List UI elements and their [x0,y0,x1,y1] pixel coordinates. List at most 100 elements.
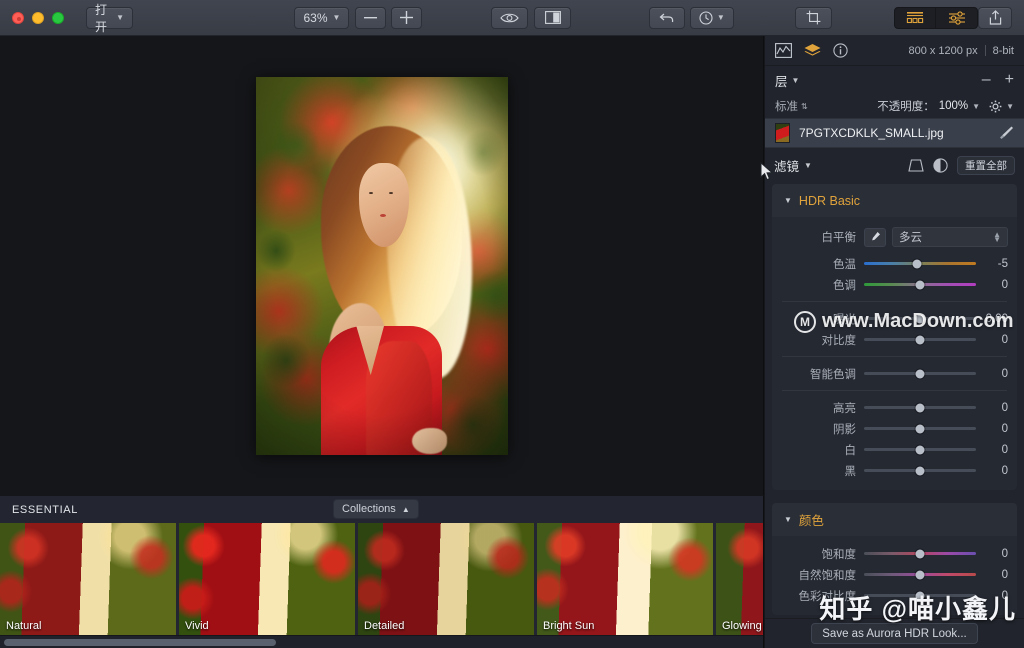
slider-track[interactable] [864,369,976,378]
chevron-down-icon[interactable]: ▼ [804,161,812,170]
slider-row-saturation[interactable]: 饱和度 0 [772,543,1017,564]
updown-icon[interactable]: ⇅ [801,102,808,111]
preset-item-vivid[interactable]: Vivid [179,523,355,637]
chevron-down-icon[interactable]: ▼ [972,102,980,111]
slider-track[interactable] [864,549,976,558]
image-canvas[interactable] [0,36,764,495]
history-clock-icon [699,10,713,25]
slider-knob[interactable] [915,466,925,475]
section-title: 颜色 [798,514,824,528]
info-icon[interactable] [833,43,848,58]
preset-item-natural[interactable]: Natural [0,523,176,637]
edited-photo[interactable] [255,76,508,455]
slider-row-blacks[interactable]: 黑 0 [772,460,1017,481]
slider-knob[interactable] [915,280,925,289]
opacity-value[interactable]: 100% [939,100,968,112]
share-button[interactable] [978,6,1013,29]
slider-track[interactable] [864,335,976,344]
slider-track[interactable] [864,280,976,289]
presets-scrollbar[interactable] [0,635,763,648]
chevron-up-icon: ▲ [401,504,410,514]
image-metadata: 800 x 1200 px 8-bit [908,45,1014,57]
preset-item-bright-sun[interactable]: Bright Sun [537,523,713,637]
compare-view-button[interactable] [534,6,571,29]
disclosure-triangle-icon[interactable]: ▼ [784,515,792,524]
histogram-icon[interactable] [775,43,792,58]
slider-row-color-contrast[interactable]: 色彩对比度 0 [772,585,1017,606]
section-header-hdr-basic[interactable]: ▼ HDR Basic [772,184,1017,217]
maximize-window-button[interactable] [52,11,64,24]
collections-button[interactable]: Collections ▲ [333,499,419,519]
blend-mode-select[interactable]: 标准 [775,98,798,114]
slider-row-smart-tone[interactable]: 智能色调 0 [772,363,1017,384]
layers-icon[interactable] [803,43,822,59]
slider-knob[interactable] [915,570,925,579]
slider-row-highlights[interactable]: 高亮 0 [772,397,1017,418]
slider-row-vibrance[interactable]: 自然饱和度 0 [772,564,1017,585]
eyedropper-button[interactable] [864,227,886,247]
divider [984,45,986,56]
chevron-down-icon[interactable]: ▼ [792,76,800,85]
slider-track[interactable] [864,314,976,323]
divider [782,301,1007,302]
slider-value: 0.00 [985,312,1008,325]
mask-icon[interactable] [933,157,948,173]
slider-track[interactable] [864,466,976,475]
slider-track[interactable] [864,403,976,412]
history-button[interactable]: ▼ [689,6,734,29]
slider-track[interactable] [864,570,976,579]
slider-knob[interactable] [915,549,925,558]
close-window-button[interactable] [12,11,24,24]
eye-icon [500,13,519,22]
slider-row-tint[interactable]: 色调 0 [772,274,1017,295]
transform-icon[interactable] [908,158,924,173]
slider-track[interactable] [864,259,976,268]
slider-row-contrast[interactable]: 对比度 0 [772,329,1017,350]
disclosure-triangle-icon[interactable]: ▼ [784,196,792,205]
slider-knob[interactable] [915,445,925,454]
reset-all-button[interactable]: 重置全部 [957,155,1015,175]
filters-scroll-area[interactable]: ▼ HDR Basic 白平衡 多云 ▲ ▼ 色温 -5 色调 0 曝光 0.0… [765,180,1024,618]
zoom-out-button[interactable] [355,6,387,29]
open-button[interactable]: 打开 ▼ [86,3,134,34]
slider-knob[interactable] [915,403,925,412]
layer-row[interactable]: 7PGTXCDKLK_SMALL.jpg [765,118,1024,148]
preset-item-detailed[interactable]: Detailed [358,523,534,637]
slider-knob[interactable] [915,335,925,344]
save-aurora-look-label: Save as Aurora HDR Look... [822,627,967,640]
preset-thumbnail-list[interactable]: Natural Vivid Detailed Bright Sun Glowin… [0,523,763,648]
chevron-down-icon[interactable]: ▼ [1006,102,1014,111]
presets-panel-toggle[interactable] [894,6,937,29]
zoom-in-button[interactable] [390,6,422,29]
slider-track[interactable] [864,424,976,433]
white-balance-select[interactable]: 多云 ▲ ▼ [892,227,1008,247]
undo-button[interactable] [649,6,685,29]
save-aurora-look-button[interactable]: Save as Aurora HDR Look... [811,623,978,644]
gear-icon[interactable] [989,100,1002,113]
blend-opacity-row: 标准 ⇅ 不透明度： 100% ▼ ▼ [765,94,1024,118]
add-layer-button[interactable]: + [1005,72,1014,88]
adjustments-panel-toggle[interactable] [936,6,979,29]
slider-row-whites[interactable]: 白 0 [772,439,1017,460]
stepper-icon[interactable]: ▲ ▼ [993,231,1001,244]
crop-button[interactable] [794,6,832,29]
slider-track[interactable] [864,591,976,600]
slider-row-shadows[interactable]: 阴影 0 [772,418,1017,439]
slider-knob[interactable] [915,591,925,600]
brush-icon[interactable] [998,125,1014,141]
collections-label: Collections [342,503,396,515]
slider-knob[interactable] [915,314,925,323]
slider-knob[interactable] [915,424,925,433]
slider-track[interactable] [864,445,976,454]
preset-item-glowing[interactable]: Glowing [716,523,763,637]
preview-toggle-button[interactable] [491,6,529,29]
slider-row-exposure[interactable]: 曝光 0.00 [772,308,1017,329]
slider-knob[interactable] [912,259,922,268]
minimize-window-button[interactable] [32,11,44,24]
presets-scrollbar-thumb[interactable] [4,639,276,646]
zoom-level-select[interactable]: 63% ▼ [294,6,350,29]
remove-layer-button[interactable]: – [982,72,991,88]
section-header-color[interactable]: ▼ 颜色 [772,503,1017,536]
slider-row-temperature[interactable]: 色温 -5 [772,253,1017,274]
slider-knob[interactable] [915,369,925,378]
